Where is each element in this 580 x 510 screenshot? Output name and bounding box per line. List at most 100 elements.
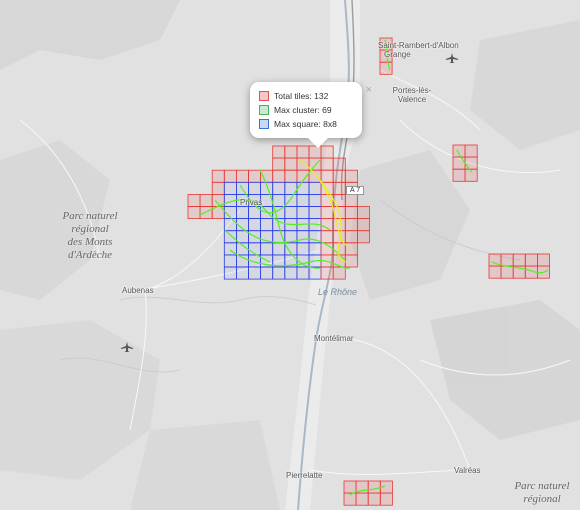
map-tile <box>320 169 334 183</box>
map-tile <box>320 266 334 280</box>
map-tile <box>211 169 225 183</box>
map-tile <box>272 145 286 159</box>
map-tile <box>296 242 310 256</box>
map-tile <box>187 193 201 207</box>
map-tile <box>344 206 358 220</box>
park-label-line: Parc naturel <box>62 210 118 222</box>
map-tile <box>223 254 237 268</box>
map-tile <box>512 253 526 267</box>
map-tile <box>332 193 346 207</box>
map-tile <box>379 61 393 75</box>
map-tile <box>272 181 286 195</box>
map-tile <box>308 193 322 207</box>
map-tile <box>367 480 381 494</box>
map-tile <box>367 492 381 506</box>
map-tile <box>320 230 334 244</box>
park-label-line: d'Ardèche <box>67 249 113 261</box>
legend-total-tiles: Total tiles: 132 <box>259 89 362 103</box>
place-label-portes-les-valence: Portes-lès-Valence <box>392 86 432 104</box>
map-tile <box>284 157 298 171</box>
map-tile <box>488 265 502 279</box>
close-icon[interactable]: × <box>366 84 372 96</box>
green-swatch <box>259 105 269 115</box>
map-tile <box>260 218 274 232</box>
place-label-grange: Grange <box>384 50 411 59</box>
park-label-line: régional <box>71 223 109 235</box>
map-tile <box>260 242 274 256</box>
map-tile <box>284 145 298 159</box>
map-tile <box>223 218 237 232</box>
highway-shield-a7: A 7 <box>346 186 365 195</box>
map-tile <box>452 168 466 182</box>
map-tile <box>464 156 478 170</box>
map-tile <box>296 230 310 244</box>
legend-label: Max cluster: 69 <box>274 105 332 115</box>
map-tile <box>355 492 369 506</box>
map-tile <box>248 181 262 195</box>
map-tile <box>332 266 346 280</box>
map-tile <box>223 169 237 183</box>
red-swatch <box>259 91 269 101</box>
map-tile <box>296 266 310 280</box>
blue-swatch <box>259 119 269 129</box>
map-tile <box>235 254 249 268</box>
map-tile <box>308 181 322 195</box>
map-tile <box>272 157 286 171</box>
map-tile <box>211 181 225 195</box>
map-tile <box>284 266 298 280</box>
park-label-line: des Monts <box>67 236 113 248</box>
legend-max-cluster: Max cluster: 69 <box>259 103 362 117</box>
map-tile <box>379 492 393 506</box>
map-tile <box>272 169 286 183</box>
map-tile <box>248 266 262 280</box>
map-tile <box>308 266 322 280</box>
legend-label: Total tiles: 132 <box>274 91 329 101</box>
map-tile <box>344 254 358 268</box>
park-label-line: Parc naturel <box>514 480 570 492</box>
map-tile <box>296 206 310 220</box>
map-tile <box>272 193 286 207</box>
map-tile <box>248 218 262 232</box>
stats-popup: × Total tiles: 132 Max cluster: 69 Max s… <box>250 82 372 148</box>
map-tile <box>464 144 478 158</box>
legend-label: Max square: 8x8 <box>274 119 337 129</box>
place-label-saint-rambert: Saint-Rambert-d'Albon <box>378 41 459 50</box>
map-tile <box>344 193 358 207</box>
map-tile <box>452 156 466 170</box>
map-tile <box>500 253 514 267</box>
map-tile <box>320 218 334 232</box>
map-tile <box>296 157 310 171</box>
place-label-montelimar: Montélimar <box>314 334 354 343</box>
park-label-monts-ardeche: Parc naturel régional des Monts d'Ardèch… <box>50 210 130 262</box>
map-tile <box>344 230 358 244</box>
map-tile <box>344 169 358 183</box>
map-tile <box>248 169 262 183</box>
legend-max-square: Max square: 8x8 <box>259 117 362 131</box>
place-label-pierrelatte: Pierrelatte <box>286 471 323 480</box>
map-tile <box>356 206 370 220</box>
map-tile <box>452 144 466 158</box>
map-tile <box>296 193 310 207</box>
map-tile <box>284 206 298 220</box>
map-tile <box>223 181 237 195</box>
map-tile <box>524 253 538 267</box>
map-tile <box>272 230 286 244</box>
map-tile <box>272 266 286 280</box>
map-tile <box>320 206 334 220</box>
map-tile <box>308 206 322 220</box>
river-label-rhone: Le Rhône <box>318 287 358 297</box>
map-tile <box>332 181 346 195</box>
map-tile <box>187 206 201 220</box>
map-tile <box>356 218 370 232</box>
map-tile <box>344 242 358 256</box>
park-label-line: régional <box>523 493 561 505</box>
map-tile <box>235 206 249 220</box>
map-tile <box>344 218 358 232</box>
map-tile <box>356 230 370 244</box>
map-tile <box>235 230 249 244</box>
map-tile <box>296 181 310 195</box>
map-tile <box>223 266 237 280</box>
map-tile <box>332 218 346 232</box>
place-label-aubenas: Aubenas <box>122 286 154 295</box>
park-label-east: Parc naturel régional <box>506 480 578 506</box>
